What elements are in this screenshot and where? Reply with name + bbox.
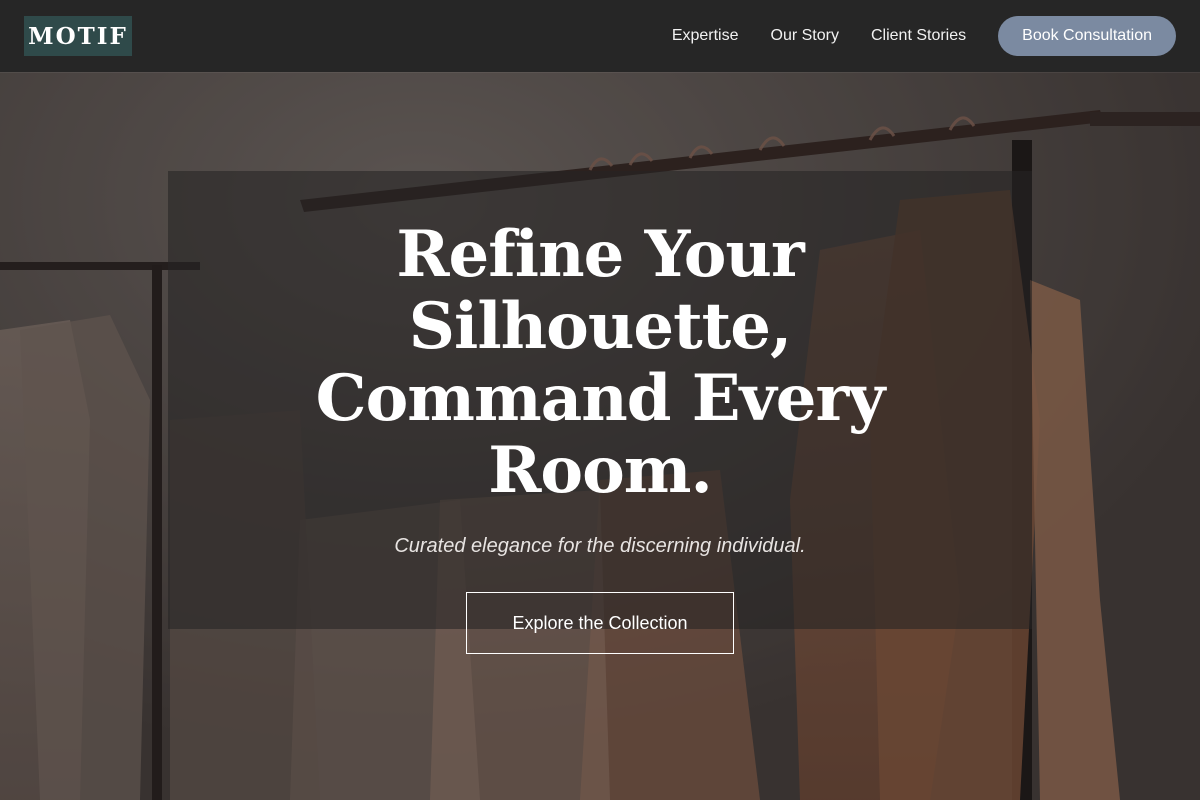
nav-link-our-story[interactable]: Our Story [771, 27, 839, 45]
nav-link-client-stories[interactable]: Client Stories [871, 27, 966, 45]
hero-title-line-3: Room. [488, 433, 713, 508]
hero-title: Refine Your Silhouette, Command Every Ro… [208, 219, 992, 507]
brand-logo[interactable]: MOTIF [24, 16, 132, 56]
hero-subtitle: Curated elegance for the discerning indi… [394, 535, 806, 557]
site-header: MOTIF Expertise Our Story Client Stories… [0, 0, 1200, 72]
book-consultation-button[interactable]: Book Consultation [998, 16, 1176, 56]
hero-title-line-1: Refine Your Silhouette, [396, 217, 804, 364]
main-nav: Expertise Our Story Client Stories Book … [672, 16, 1176, 56]
hero-panel: Refine Your Silhouette, Command Every Ro… [168, 171, 1032, 654]
nav-link-expertise[interactable]: Expertise [672, 27, 739, 45]
hero-title-line-2: Command Every [315, 361, 886, 436]
explore-collection-button[interactable]: Explore the Collection [466, 592, 734, 654]
